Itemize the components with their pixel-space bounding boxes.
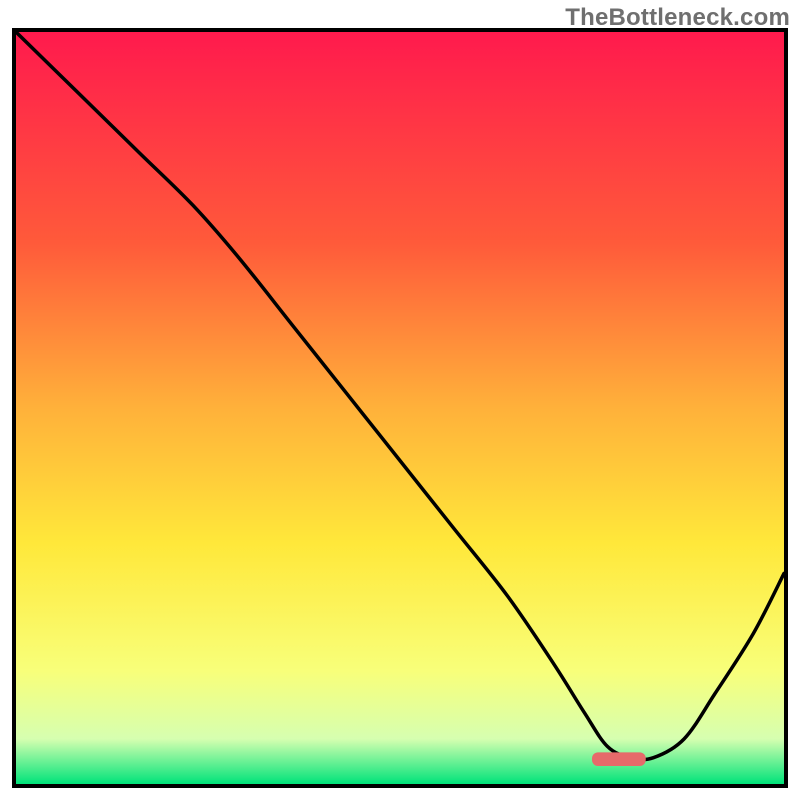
plot-svg [16, 32, 784, 784]
plot-frame [12, 28, 788, 788]
optimal-marker [592, 752, 646, 766]
chart-stage: TheBottleneck.com [0, 0, 800, 800]
watermark-text: TheBottleneck.com [565, 4, 790, 32]
